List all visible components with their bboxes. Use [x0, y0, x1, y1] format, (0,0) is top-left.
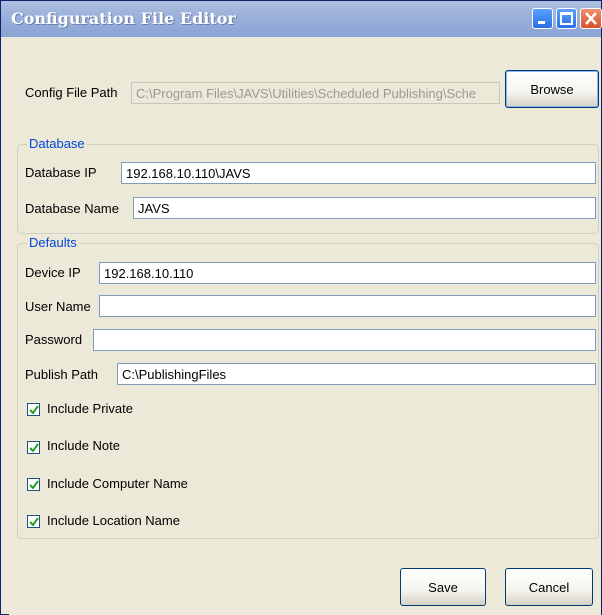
password-label: Password: [25, 332, 83, 347]
database-legend: Database: [27, 136, 87, 151]
database-ip-label: Database IP: [25, 165, 97, 180]
include-note-label[interactable]: Include Note: [47, 438, 120, 453]
save-button[interactable]: Save: [400, 568, 486, 606]
maximize-icon: [560, 12, 573, 25]
database-name-field[interactable]: [133, 197, 596, 219]
user-name-label: User Name: [25, 299, 91, 314]
include-computer-name-checkbox[interactable]: [27, 478, 40, 491]
password-field[interactable]: [93, 329, 596, 351]
device-ip-label: Device IP: [25, 265, 81, 280]
close-icon: [585, 12, 597, 25]
config-path-label: Config File Path: [25, 85, 118, 100]
database-group: [17, 144, 599, 234]
user-name-field[interactable]: [99, 295, 596, 317]
include-location-name-label[interactable]: Include Location Name: [47, 513, 180, 528]
defaults-legend: Defaults: [27, 235, 79, 250]
cancel-button[interactable]: Cancel: [505, 568, 593, 606]
minimize-button[interactable]: [532, 8, 553, 29]
include-location-name-checkbox[interactable]: [27, 515, 40, 528]
checkmark-icon: [29, 443, 39, 453]
minimize-icon: [538, 21, 545, 24]
include-private-label[interactable]: Include Private: [47, 401, 133, 416]
window-title: Configuration File Editor: [11, 9, 236, 28]
title-bar[interactable]: Configuration File Editor: [1, 1, 602, 37]
device-ip-field[interactable]: [99, 262, 596, 284]
publish-path-field[interactable]: [117, 363, 596, 385]
include-private-checkbox[interactable]: [27, 403, 40, 416]
client-area: Config File Path Browse Database Databas…: [9, 37, 601, 615]
checkmark-icon: [29, 517, 39, 527]
database-name-label: Database Name: [25, 201, 119, 216]
defaults-group: [17, 243, 599, 539]
checkmark-icon: [29, 405, 39, 415]
close-button[interactable]: [580, 8, 602, 29]
include-computer-name-label[interactable]: Include Computer Name: [47, 476, 188, 491]
database-ip-field[interactable]: [121, 162, 596, 184]
maximize-button[interactable]: [556, 8, 577, 29]
include-note-checkbox[interactable]: [27, 441, 40, 454]
config-editor-window: Configuration File Editor Config File Pa…: [0, 0, 602, 615]
browse-button[interactable]: Browse: [505, 70, 599, 108]
config-path-field: [131, 82, 500, 104]
publish-path-label: Publish Path: [25, 367, 98, 382]
checkmark-icon: [29, 480, 39, 490]
